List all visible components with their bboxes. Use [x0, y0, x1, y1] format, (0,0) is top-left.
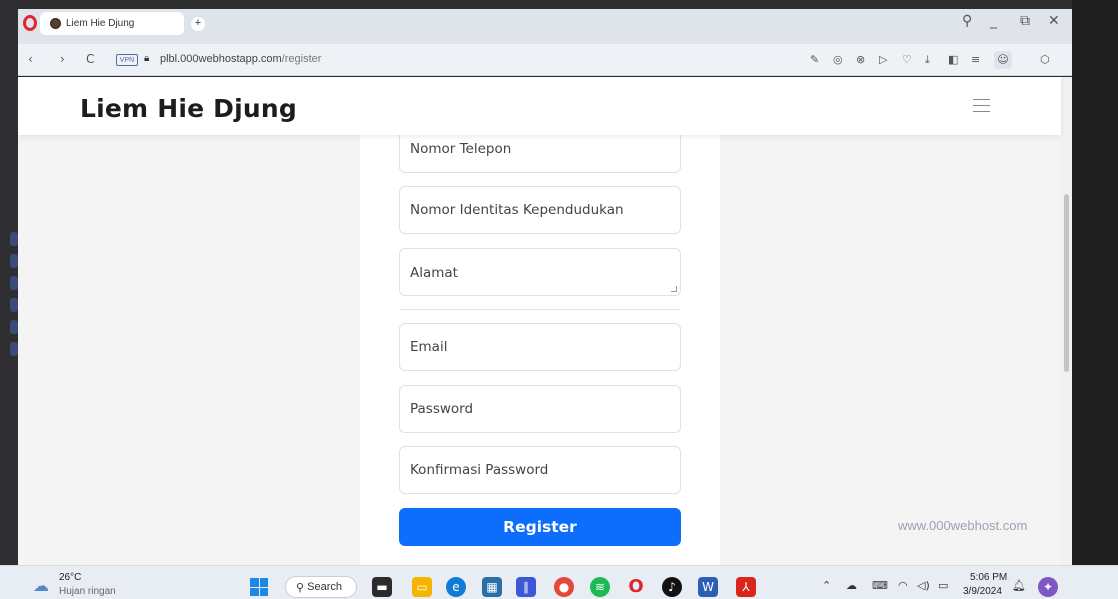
field-placeholder: Nomor Telepon: [410, 141, 512, 157]
web-page: Liem Hie Djung Nomor Telepon Nomor Ident…: [18, 77, 1072, 565]
browser-tab[interactable]: Liem Hie Djung: [40, 12, 184, 35]
field-placeholder: Email: [410, 339, 448, 355]
store-icon[interactable]: ▦: [482, 577, 502, 597]
url-host: plbl.000webhostapp.com: [160, 53, 282, 65]
strip-marker: [10, 298, 18, 312]
back-button[interactable]: ‹: [28, 52, 33, 66]
page-scrollbar[interactable]: [1061, 77, 1072, 565]
confirm-password-input[interactable]: Konfirmasi Password: [399, 446, 681, 494]
clock-time[interactable]: 5:06 PM: [970, 572, 1007, 583]
password-input[interactable]: Password: [399, 385, 681, 433]
resize-handle-icon[interactable]: [671, 286, 677, 292]
left-desktop-strip: [0, 0, 18, 565]
field-placeholder: Password: [410, 401, 474, 417]
favicon-icon: [50, 18, 61, 29]
register-card: Nomor Telepon Nomor Identitas Kependuduk…: [360, 125, 720, 565]
battery-icon[interactable]: ▭: [938, 579, 948, 592]
taskbar-search-label: Search: [307, 581, 342, 593]
strip-marker: [10, 342, 18, 356]
start-button[interactable]: [250, 578, 268, 596]
taskbar-search[interactable]: ⚲ Search: [285, 576, 357, 598]
field-placeholder: Nomor Identitas Kependudukan: [410, 202, 624, 218]
weather-description[interactable]: Hujan ringan: [59, 586, 116, 597]
word-icon[interactable]: W: [698, 577, 718, 597]
opera-taskbar-icon[interactable]: O: [626, 577, 646, 597]
site-brand[interactable]: Liem Hie Djung: [80, 94, 297, 123]
keyboard-icon[interactable]: ⌨: [872, 579, 888, 592]
forward-button[interactable]: ›: [60, 52, 65, 66]
camera-icon[interactable]: ◎: [833, 53, 843, 66]
lock-icon: 🔒︎: [144, 53, 150, 64]
url-path: /register: [281, 53, 322, 65]
tray-chevron-icon[interactable]: ⌃: [822, 579, 831, 592]
minimize-button[interactable]: _: [990, 13, 997, 29]
file-explorer-icon[interactable]: ▭: [412, 577, 432, 597]
opera-logo-icon[interactable]: [23, 15, 37, 31]
tab-search-icon[interactable]: ⚲: [962, 13, 972, 29]
right-desktop-strip: [1072, 0, 1118, 565]
nik-input[interactable]: Nomor Identitas Kependudukan: [399, 186, 681, 234]
app-icon[interactable]: ∥: [516, 577, 536, 597]
close-button[interactable]: ✕: [1048, 13, 1060, 29]
play-icon[interactable]: ▷: [879, 53, 887, 66]
field-placeholder: Konfirmasi Password: [410, 462, 549, 478]
spotify-icon[interactable]: ≋: [590, 577, 610, 597]
scrollbar-thumb[interactable]: [1064, 194, 1069, 372]
search-icon: ⚲: [296, 581, 308, 594]
copilot-icon[interactable]: ✦: [1038, 577, 1058, 597]
reload-button[interactable]: C: [86, 52, 94, 66]
hamburger-menu-icon[interactable]: [973, 99, 990, 113]
heart-icon[interactable]: ♡: [902, 53, 912, 66]
profile-icon[interactable]: ☺: [994, 51, 1012, 69]
vpn-badge[interactable]: VPN: [116, 54, 138, 66]
tiktok-icon[interactable]: ♪: [662, 577, 682, 597]
strip-marker: [10, 232, 18, 246]
url-field[interactable]: plbl.000webhostapp.com/register: [160, 53, 321, 65]
task-view-icon[interactable]: ▬: [372, 577, 392, 597]
adblock-icon[interactable]: ⊗: [856, 53, 865, 66]
easy-setup-icon[interactable]: ≡: [971, 53, 980, 66]
weather-cloud-icon[interactable]: ☁: [33, 576, 49, 595]
webhost-link[interactable]: www.000webhost.com: [898, 518, 1027, 533]
new-tab-button[interactable]: +: [191, 17, 205, 31]
divider: [399, 309, 681, 310]
edge-icon[interactable]: e: [446, 577, 466, 597]
site-navbar: Liem Hie Djung: [18, 77, 1061, 135]
restore-button[interactable]: ⧉: [1020, 13, 1030, 29]
strip-marker: [10, 320, 18, 334]
address-textarea[interactable]: Alamat: [399, 248, 681, 296]
chrome-icon[interactable]: ●: [554, 577, 574, 597]
battery-saver-icon[interactable]: ◧: [948, 53, 958, 66]
tab-title: Liem Hie Djung: [66, 18, 135, 29]
extensions-icon[interactable]: ⬡: [1040, 53, 1050, 66]
register-button[interactable]: Register: [399, 508, 681, 546]
clock-date[interactable]: 3/9/2024: [963, 586, 1002, 597]
wifi-icon[interactable]: ◠: [898, 579, 908, 592]
notification-bell-icon[interactable]: 🔔︎: [1012, 579, 1026, 592]
strip-marker: [10, 276, 18, 290]
email-input[interactable]: Email: [399, 323, 681, 371]
weather-temperature[interactable]: 26°C: [59, 572, 81, 583]
field-placeholder: Alamat: [410, 265, 458, 281]
screen: Liem Hie Djung + ⚲ _ ⧉ ✕ ‹ › C VPN 🔒︎ pl…: [0, 0, 1118, 599]
download-icon[interactable]: ⤓: [925, 53, 930, 67]
onedrive-icon[interactable]: ☁: [846, 579, 857, 592]
volume-icon[interactable]: ◁): [917, 579, 930, 592]
strip-marker: [10, 254, 18, 268]
pdf-icon[interactable]: ⅄: [736, 577, 756, 597]
snapshot-icon[interactable]: ✎: [810, 53, 819, 66]
